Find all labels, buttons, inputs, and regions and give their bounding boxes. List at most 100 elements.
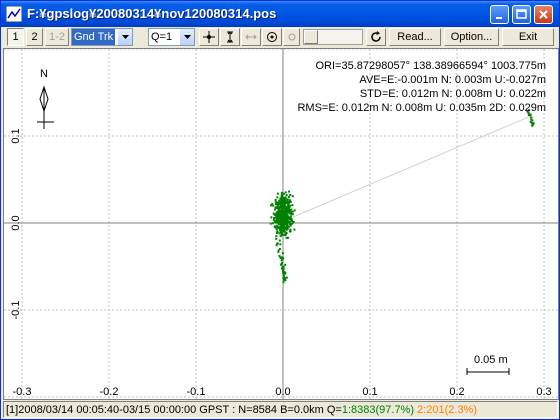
point	[286, 226, 289, 229]
point	[276, 201, 279, 204]
point	[290, 220, 293, 223]
point	[282, 215, 285, 218]
compass-north-label: N	[40, 68, 48, 80]
x-tick-label: -0.2	[100, 386, 119, 398]
point-icon	[288, 33, 295, 41]
point	[281, 211, 284, 214]
point	[283, 210, 286, 213]
point	[276, 192, 279, 195]
point	[280, 196, 283, 199]
point	[279, 235, 282, 238]
point	[275, 237, 278, 240]
point	[275, 214, 278, 217]
point	[282, 223, 285, 226]
fit-vertical-button[interactable]	[220, 28, 240, 46]
point	[289, 200, 292, 203]
point	[285, 194, 288, 197]
point	[288, 190, 291, 193]
point	[279, 214, 282, 217]
point	[282, 274, 285, 277]
point	[288, 222, 291, 225]
option-button[interactable]: Option...	[444, 28, 499, 46]
point	[291, 195, 294, 198]
outlier-track-line	[285, 115, 532, 221]
point	[286, 198, 289, 201]
stats-std: STD=E: 0.012m N: 0.008m U: 0.022m	[359, 88, 546, 100]
point	[276, 217, 279, 220]
maximize-button[interactable]	[512, 5, 531, 24]
time-slider[interactable]	[303, 29, 363, 45]
show-track-button[interactable]	[262, 28, 282, 46]
point	[278, 208, 281, 211]
point	[531, 122, 534, 125]
point	[278, 201, 281, 204]
point	[285, 232, 288, 235]
point	[274, 198, 277, 201]
y-tick-label: 0.1	[10, 128, 22, 143]
read-button[interactable]: Read...	[389, 28, 441, 46]
ground-track-plot[interactable]: -0.3 -0.2 -0.1 0.0 0.1 0.2 0.3 0.1 0.0 -0.1 N ORI…	[3, 48, 559, 400]
point	[287, 208, 290, 211]
point	[286, 217, 289, 220]
point	[285, 212, 288, 215]
point	[287, 236, 290, 239]
point	[272, 218, 275, 221]
point	[529, 114, 532, 117]
stats-average: AVE=E:-0.001m N: 0.003m U:-0.027m	[359, 74, 546, 86]
point	[289, 216, 292, 219]
maximize-icon	[516, 9, 527, 19]
point	[278, 217, 281, 220]
point	[289, 228, 292, 231]
compass	[37, 85, 54, 129]
point	[285, 221, 288, 224]
point	[286, 200, 289, 203]
center-origin-button[interactable]	[199, 28, 219, 46]
x-tick-label: 0.2	[449, 386, 464, 398]
scale-bar	[466, 368, 510, 375]
status-summary: [1]2008/03/14 00:05:40-03/15 00:00:00 GP…	[6, 403, 342, 416]
solution12-button[interactable]: 1-2	[45, 28, 69, 46]
status-bar: [1]2008/03/14 00:05:40-03/15 00:00:00 GP…	[3, 401, 558, 418]
point	[282, 265, 285, 268]
y-tick-label: -0.1	[10, 301, 22, 320]
point	[280, 259, 283, 262]
point	[288, 230, 291, 233]
refresh-button[interactable]	[366, 28, 386, 46]
quality-select[interactable]: Q=1	[148, 28, 195, 46]
point	[286, 202, 289, 205]
point	[281, 229, 284, 232]
minimize-button[interactable]	[490, 5, 509, 24]
point	[283, 278, 286, 281]
plot-type-value: Gnd Trk	[72, 29, 116, 45]
y-tick-label: 0.0	[10, 215, 22, 230]
point	[288, 225, 291, 228]
title-bar[interactable]: F:¥gpslog¥20080314¥nov120080314.pos	[1, 1, 559, 27]
point	[283, 204, 286, 207]
point	[290, 222, 293, 225]
point	[280, 194, 283, 197]
minimize-icon	[496, 17, 502, 19]
plot-type-select[interactable]: Gnd Trk	[71, 28, 133, 46]
point	[285, 214, 288, 217]
exit-button[interactable]: Exit	[502, 28, 554, 46]
slider-thumb[interactable]	[304, 30, 318, 44]
point	[275, 235, 278, 238]
point	[289, 193, 292, 196]
solution2-button[interactable]: 2	[26, 28, 43, 46]
vertical-fit-icon	[227, 31, 233, 43]
point	[270, 216, 273, 219]
point	[284, 191, 287, 194]
fit-horizontal-button[interactable]	[241, 28, 261, 46]
solution1-button[interactable]: 1	[7, 28, 24, 46]
point	[531, 119, 534, 122]
point	[284, 201, 287, 204]
point	[275, 244, 278, 247]
x-tick-label: -0.1	[187, 386, 206, 398]
status-q2: 2:201(2.3%)	[417, 403, 478, 416]
point	[285, 224, 288, 227]
point	[291, 213, 294, 216]
show-point-button[interactable]	[283, 28, 300, 46]
point	[271, 222, 274, 225]
point	[276, 196, 279, 199]
close-button[interactable]	[534, 5, 553, 24]
